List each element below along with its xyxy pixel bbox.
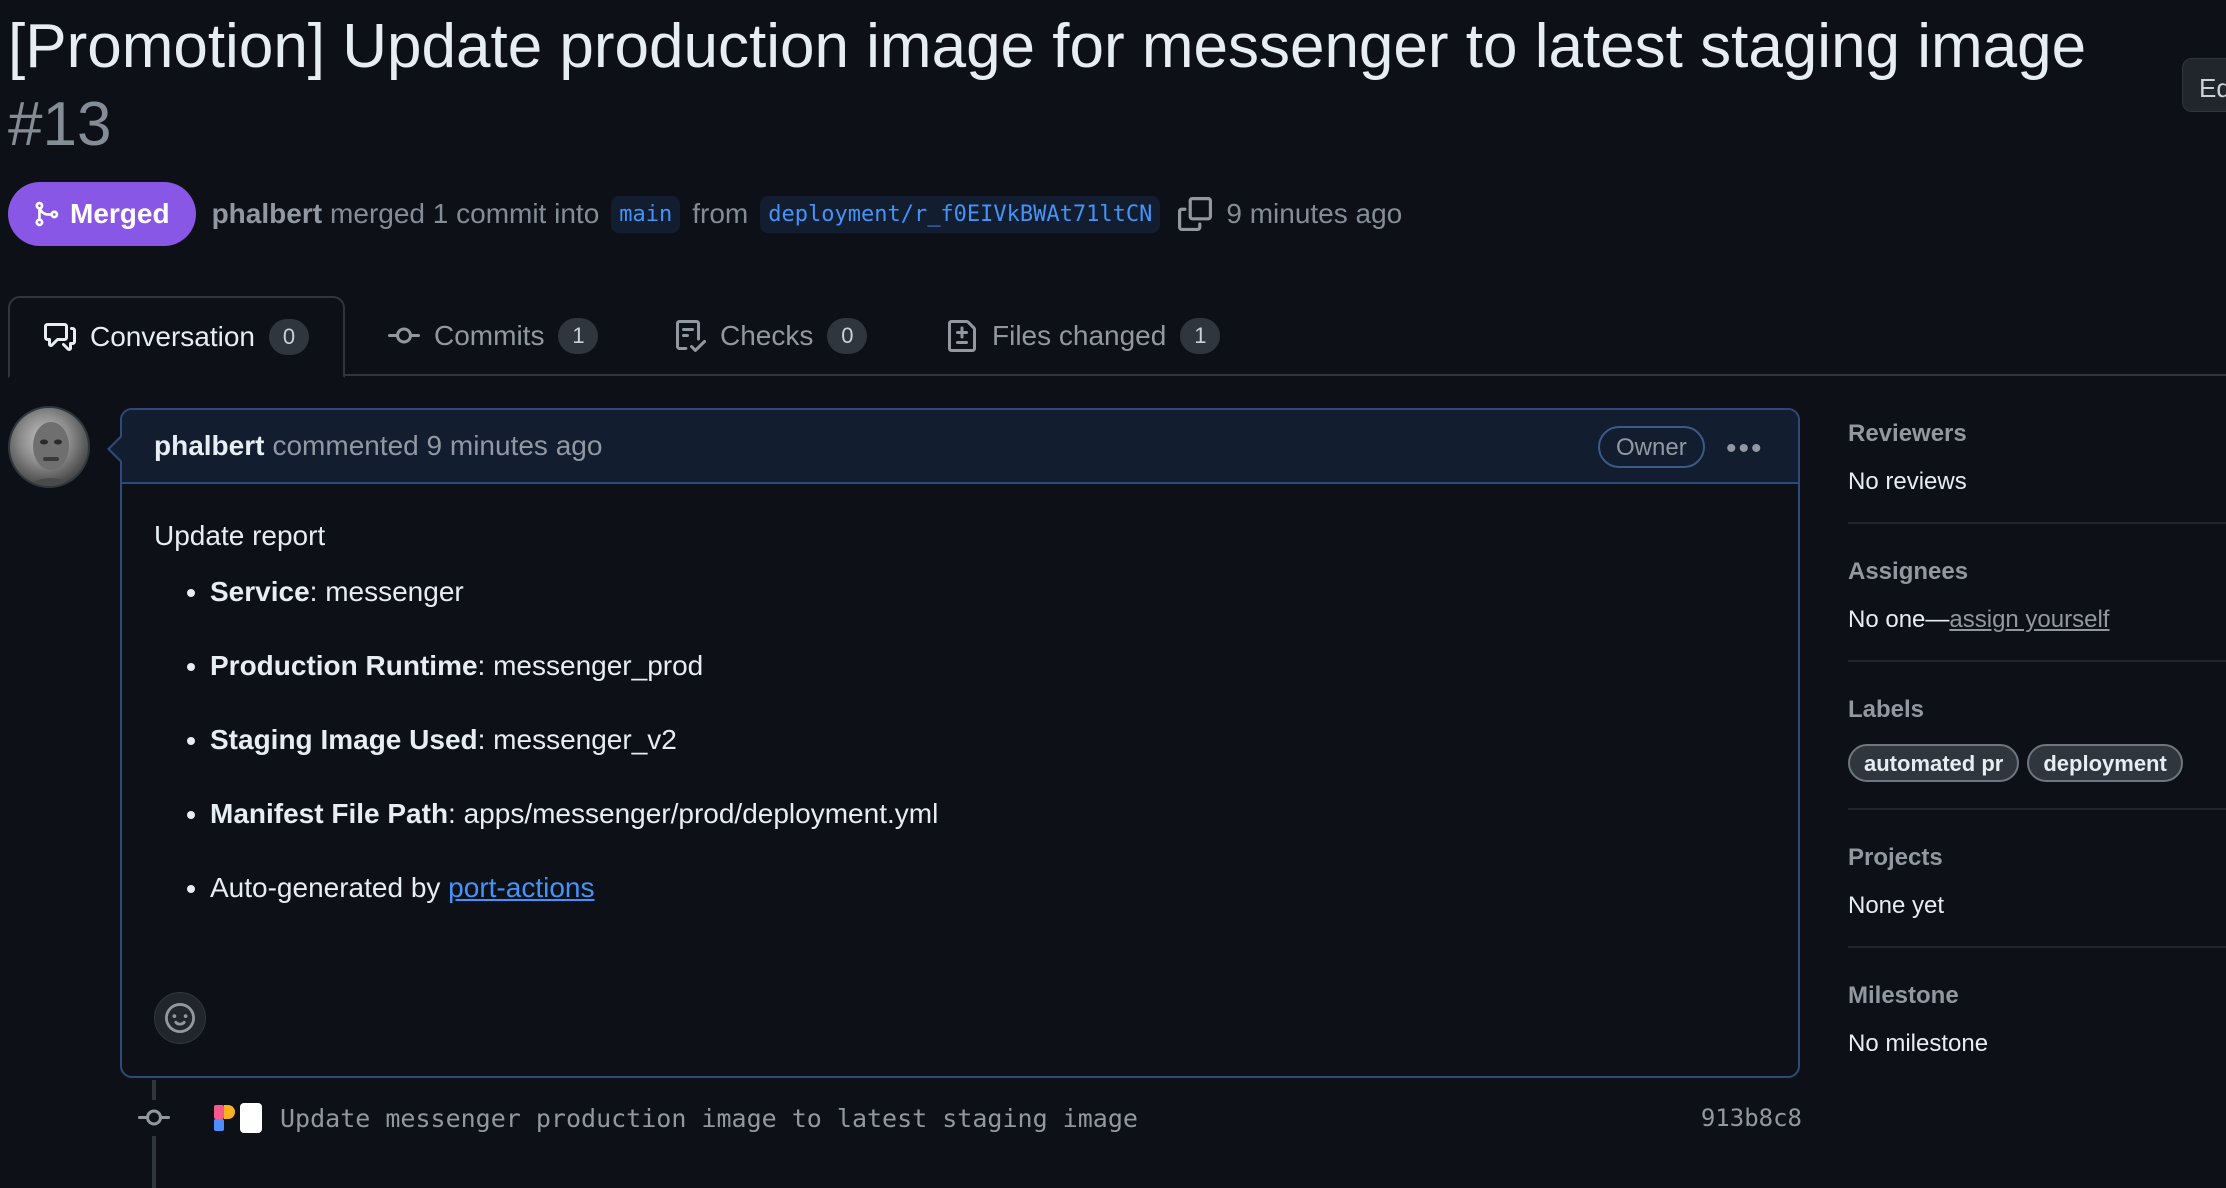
pr-number: #13 bbox=[8, 90, 112, 159]
commit-sha-link[interactable]: 913b8c8 bbox=[1701, 1104, 1802, 1132]
labels-section: Labels automated pr deployment bbox=[1848, 696, 2226, 810]
milestone-value: No milestone bbox=[1848, 1030, 1989, 1057]
reviewers-value: No reviews bbox=[1848, 468, 1967, 495]
list-item: Service: messenger bbox=[210, 574, 1766, 610]
label-deployment[interactable]: deployment bbox=[2027, 744, 2183, 782]
merge-description: merged 1 commit into bbox=[330, 198, 600, 229]
merge-time: 9 minutes ago bbox=[1226, 198, 1403, 229]
avatar[interactable] bbox=[8, 406, 90, 488]
milestone-heading[interactable]: Milestone bbox=[1848, 982, 2226, 1010]
merged-status-label: Merged bbox=[70, 198, 170, 229]
port-bot-icon bbox=[214, 1105, 235, 1131]
bot-avatar-icon bbox=[240, 1103, 262, 1133]
list-item: Staging Image Used: messenger_v2 bbox=[210, 722, 1766, 758]
base-branch[interactable]: main bbox=[611, 195, 681, 233]
tab-checks-count: 0 bbox=[827, 318, 868, 354]
from-text: from bbox=[692, 198, 749, 229]
projects-section: Projects None yet bbox=[1848, 844, 2226, 948]
pr-title: [Promotion] Update production image for … bbox=[8, 12, 2087, 81]
milestone-section: Milestone No milestone bbox=[1848, 982, 2226, 1084]
reviewers-section: Reviewers No reviews bbox=[1848, 420, 2226, 524]
comment-body: Update report Service: messenger Product… bbox=[122, 484, 1798, 906]
list-item-key: Service bbox=[210, 576, 310, 607]
kebab-menu-icon[interactable]: ••• bbox=[1726, 432, 1764, 466]
list-item-key: Manifest File Path bbox=[210, 798, 449, 829]
tab-conversation-count: 0 bbox=[268, 319, 309, 355]
auto-generated-text: Auto-generated by bbox=[210, 872, 449, 903]
pr-author-link[interactable]: phalbert bbox=[212, 198, 322, 230]
owner-badge: Owner bbox=[1598, 426, 1705, 468]
projects-value: None yet bbox=[1848, 892, 1945, 919]
projects-heading[interactable]: Projects bbox=[1848, 844, 2226, 872]
list-item: Manifest File Path: apps/messenger/prod/… bbox=[210, 796, 1766, 832]
assign-yourself-link[interactable]: assign yourself bbox=[1949, 606, 2109, 633]
assignees-section: Assignees No one—assign yourself bbox=[1848, 558, 2226, 662]
update-report-list: Service: messenger Production Runtime: m… bbox=[154, 574, 1766, 906]
tab-commits[interactable]: Commits 1 bbox=[354, 296, 632, 376]
head-branch[interactable]: deployment/r_f0EIVkBWAt71ltCN bbox=[760, 195, 1161, 233]
list-item-value: : apps/messenger/prod/deployment.yml bbox=[448, 798, 939, 829]
tab-checks-label: Checks bbox=[720, 320, 814, 351]
labels-list: automated pr deployment bbox=[1848, 744, 2226, 782]
list-item-value: : messenger_v2 bbox=[477, 724, 677, 755]
timeline-commit-row: Update messenger production image to lat… bbox=[136, 1096, 1802, 1140]
list-item-key: Production Runtime bbox=[210, 650, 478, 681]
comment-discussion-icon bbox=[44, 323, 76, 351]
list-item: Auto-generated by port-actions bbox=[210, 870, 1766, 906]
tab-commits-count: 1 bbox=[558, 318, 599, 354]
assignees-heading[interactable]: Assignees bbox=[1848, 558, 2226, 586]
tab-files-changed-label: Files changed bbox=[992, 320, 1167, 351]
assignees-value: No one—assign yourself bbox=[1848, 606, 2226, 634]
list-item-key: Staging Image Used bbox=[210, 724, 478, 755]
git-commit-icon bbox=[388, 327, 420, 344]
pr-tabs: Conversation 0 Commits 1 Checks 0 Files … bbox=[8, 296, 2226, 378]
comment-timestamp[interactable]: commented 9 minutes ago bbox=[272, 430, 602, 462]
git-commit-icon bbox=[136, 1100, 172, 1136]
copy-icon[interactable] bbox=[1178, 197, 1213, 231]
labels-heading[interactable]: Labels bbox=[1848, 696, 2226, 724]
port-actions-link[interactable]: port-actions bbox=[448, 872, 594, 903]
add-reaction-button[interactable] bbox=[154, 992, 206, 1044]
tab-files-changed-count: 1 bbox=[1180, 318, 1221, 354]
reviewers-heading[interactable]: Reviewers bbox=[1848, 420, 2226, 448]
assignees-none-text: No one— bbox=[1848, 606, 1950, 633]
comment-author-link[interactable]: phalbert bbox=[154, 430, 264, 462]
comment-card: phalbert commented 9 minutes ago Owner •… bbox=[120, 408, 1800, 1078]
checklist-icon bbox=[676, 320, 706, 352]
pr-meta-row: Merged phalbert merged 1 commit into mai… bbox=[8, 182, 1402, 246]
edit-button[interactable]: Ed bbox=[2182, 58, 2226, 112]
list-item-value: : messenger_prod bbox=[477, 650, 704, 681]
pr-title-block: [Promotion] Update production image for … bbox=[8, 8, 2148, 164]
label-automated-pr[interactable]: automated pr bbox=[1848, 744, 2020, 782]
commit-author-avatars[interactable] bbox=[214, 1103, 262, 1133]
tab-conversation-label: Conversation bbox=[90, 321, 255, 352]
comment-intro: Update report bbox=[154, 520, 326, 551]
git-merge-icon bbox=[35, 201, 59, 227]
tab-commits-label: Commits bbox=[434, 320, 545, 351]
comment-header: phalbert commented 9 minutes ago Owner •… bbox=[122, 410, 1798, 484]
tab-conversation[interactable]: Conversation 0 bbox=[8, 296, 345, 378]
tab-files-changed[interactable]: Files changed 1 bbox=[912, 296, 1254, 376]
list-item-value: : messenger bbox=[309, 576, 464, 607]
merged-status-badge: Merged bbox=[8, 182, 196, 246]
pr-sidebar: Reviewers No reviews Assignees No one—as… bbox=[1848, 420, 2226, 1118]
smiley-icon bbox=[165, 1003, 195, 1033]
list-item: Production Runtime: messenger_prod bbox=[210, 648, 1766, 684]
avatar-portrait-icon bbox=[25, 422, 77, 486]
tab-checks[interactable]: Checks 0 bbox=[640, 296, 901, 376]
commit-message-link[interactable]: Update messenger production image to lat… bbox=[280, 1104, 1138, 1133]
file-diff-icon bbox=[948, 320, 976, 352]
comment-caret-inner bbox=[110, 437, 122, 461]
